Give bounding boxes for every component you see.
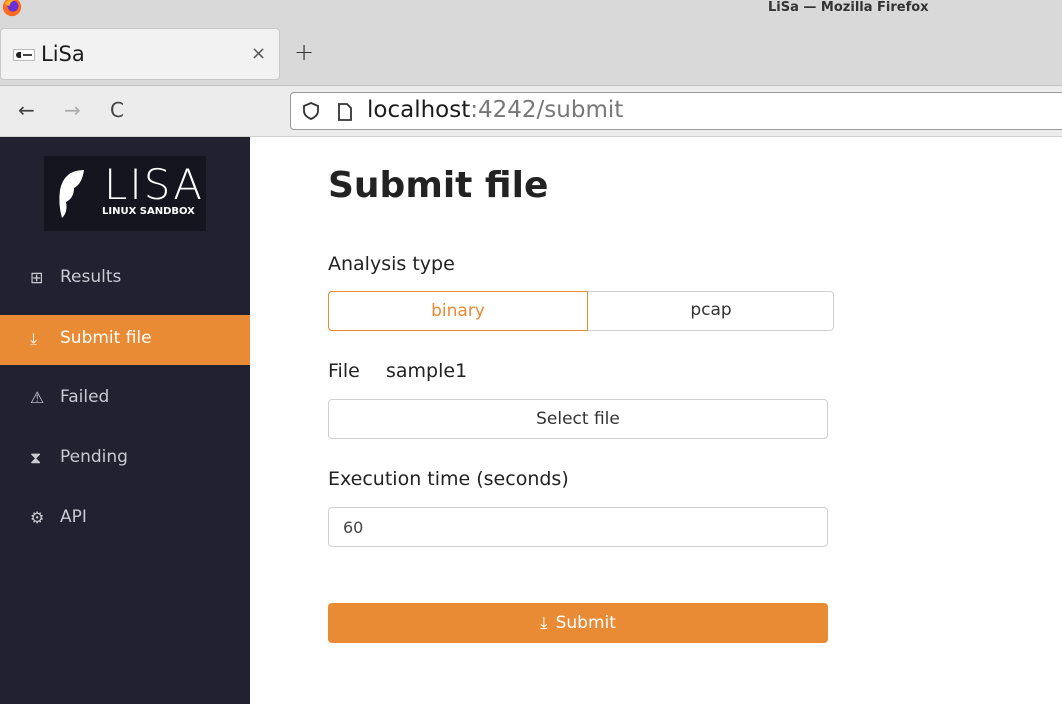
sidebar-item-failed[interactable]: ⚠ Failed xyxy=(0,374,250,424)
logo-text: LISA xyxy=(104,160,204,209)
url-path: :4242/submit xyxy=(470,97,624,123)
grid-icon: ⊞ xyxy=(30,268,44,287)
sidebar-item-submit-file[interactable]: ⤓ Submit file xyxy=(0,315,250,365)
main-content: Submit file Analysis type binary pcap Fi… xyxy=(250,137,1062,704)
logo-subtitle: LINUX SANDBOX xyxy=(102,206,195,217)
tab-title: LiSa xyxy=(41,42,85,66)
sidebar: LISA LINUX SANDBOX ⊞ Results ⤓ Submit fi… xyxy=(0,137,250,704)
forward-button[interactable]: → xyxy=(64,98,81,122)
upload-icon: ⤓ xyxy=(540,613,548,633)
lisa-logo[interactable]: LISA LINUX SANDBOX xyxy=(44,156,206,231)
submit-button[interactable]: ⤓ Submit xyxy=(328,603,828,643)
url-host: localhost xyxy=(367,97,471,123)
upload-icon: ⤓ xyxy=(30,329,38,348)
select-file-button[interactable]: Select file xyxy=(328,399,828,439)
file-label: File xyxy=(328,360,360,382)
back-button[interactable]: ← xyxy=(18,98,35,122)
shield-icon xyxy=(303,102,319,120)
analysis-type-label: Analysis type xyxy=(328,253,455,275)
new-tab-button[interactable]: + xyxy=(294,38,314,66)
analysis-option-pcap[interactable]: pcap xyxy=(588,291,834,331)
api-icon: ⚙ xyxy=(30,508,45,527)
page-icon xyxy=(338,103,352,121)
browser-tab[interactable]: LiSa × xyxy=(0,28,280,80)
reload-button[interactable]: C xyxy=(110,98,124,122)
execution-time-input[interactable] xyxy=(328,507,828,547)
window-title: LiSa — Mozilla Firefox xyxy=(768,0,929,15)
hourglass-icon: ⧗ xyxy=(30,448,42,467)
execution-time-label: Execution time (seconds) xyxy=(328,468,569,490)
tab-strip: LiSa × + xyxy=(0,18,1062,86)
sidebar-item-results[interactable]: ⊞ Results xyxy=(0,254,250,304)
lisa-favicon-icon xyxy=(13,49,35,61)
sidebar-item-api[interactable]: ⚙ API xyxy=(0,494,250,544)
analysis-option-binary[interactable]: binary xyxy=(328,291,588,331)
selected-file-name: sample1 xyxy=(386,360,468,382)
analysis-type-selector: binary pcap xyxy=(328,291,834,331)
warning-icon: ⚠ xyxy=(30,388,45,407)
firefox-logo-icon xyxy=(2,0,22,17)
sidebar-item-label: Failed xyxy=(60,387,110,407)
sidebar-item-label: Submit file xyxy=(60,328,152,348)
navigation-bar: ← → C localhost:4242/submit xyxy=(0,86,1062,137)
submit-button-label: Submit xyxy=(555,613,616,633)
window-titlebar: LiSa — Mozilla Firefox xyxy=(0,0,1062,18)
lisa-logo-mark-icon xyxy=(59,170,84,218)
sidebar-item-label: API xyxy=(60,507,87,527)
sidebar-item-label: Results xyxy=(60,267,122,287)
page-title: Submit file xyxy=(328,165,549,206)
url-bar[interactable]: localhost:4242/submit xyxy=(290,92,1062,130)
url-text: localhost:4242/submit xyxy=(367,97,623,123)
sidebar-item-label: Pending xyxy=(60,447,128,467)
sidebar-item-pending[interactable]: ⧗ Pending xyxy=(0,434,250,484)
tab-close-icon[interactable]: × xyxy=(251,43,266,64)
